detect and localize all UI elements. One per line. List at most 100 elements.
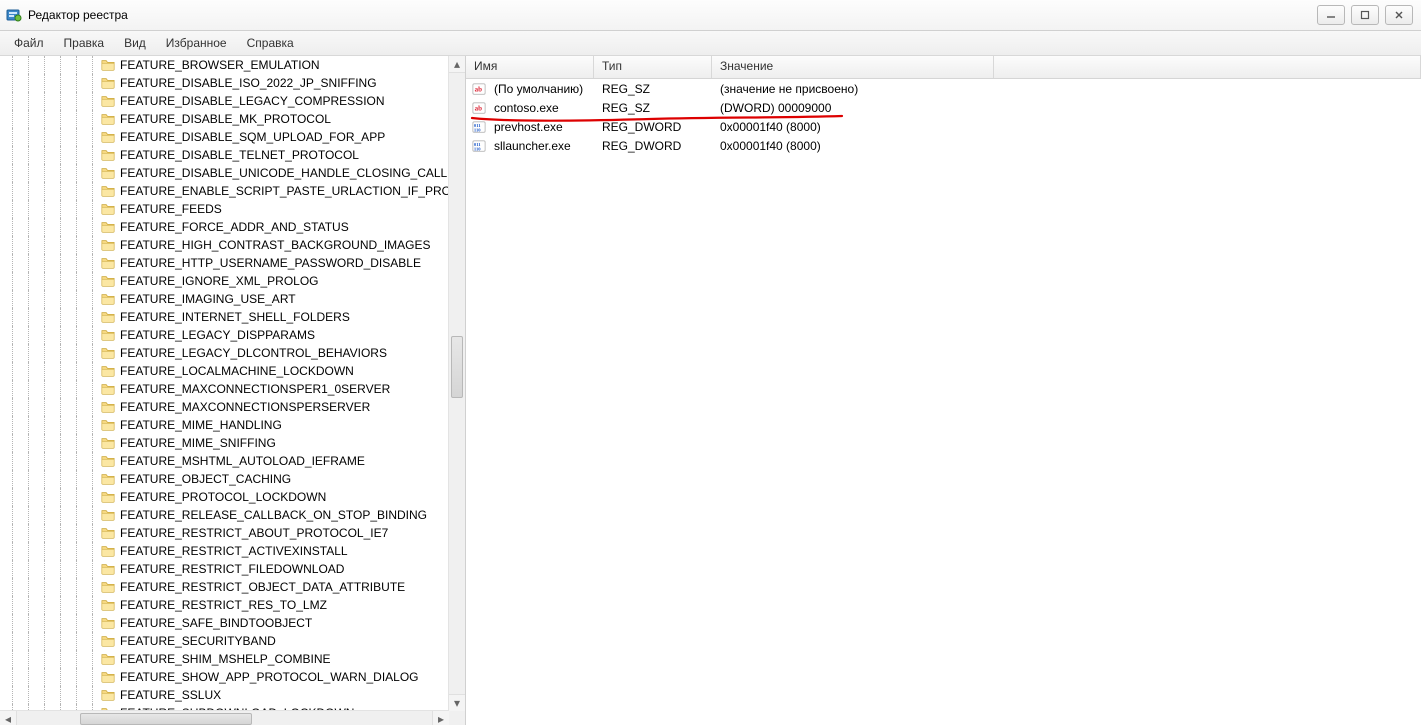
tree-item[interactable]: FEATURE_LEGACY_DLCONTROL_BEHAVIORS [0, 344, 449, 362]
tree-item[interactable]: FEATURE_INTERNET_SHELL_FOLDERS [0, 308, 449, 326]
folder-icon [100, 274, 116, 288]
tree-item[interactable]: FEATURE_MIME_HANDLING [0, 416, 449, 434]
folder-icon [100, 346, 116, 360]
tree-vertical-scrollbar[interactable]: ▴ ▾ [448, 56, 465, 711]
folder-icon [100, 76, 116, 90]
cell-value: 0x00001f40 (8000) [712, 139, 994, 153]
folder-icon [100, 562, 116, 576]
list-pane[interactable]: Имя Тип Значение (По умолчанию)REG_SZ(зн… [466, 56, 1421, 725]
tree-item[interactable]: FEATURE_IMAGING_USE_ART [0, 290, 449, 308]
tree-item[interactable]: FEATURE_DISABLE_SQM_UPLOAD_FOR_APP [0, 128, 449, 146]
tree-item[interactable]: FEATURE_RESTRICT_ABOUT_PROTOCOL_IE7 [0, 524, 449, 542]
tree-item-label: FEATURE_DISABLE_LEGACY_COMPRESSION [120, 94, 385, 108]
tree-item-label: FEATURE_FORCE_ADDR_AND_STATUS [120, 220, 349, 234]
column-header-name[interactable]: Имя [466, 56, 594, 78]
folder-icon [100, 670, 116, 684]
tree-item[interactable]: FEATURE_RESTRICT_ACTIVEXINSTALL [0, 542, 449, 560]
tree-item[interactable]: FEATURE_DISABLE_UNICODE_HANDLE_CLOSING_C… [0, 164, 449, 182]
tree-item[interactable]: FEATURE_RELEASE_CALLBACK_ON_STOP_BINDING [0, 506, 449, 524]
tree-item[interactable]: FEATURE_FEEDS [0, 200, 449, 218]
scroll-left-icon[interactable]: ◂ [0, 711, 17, 725]
tree-item[interactable]: FEATURE_LEGACY_DISPPARAMS [0, 326, 449, 344]
list-row[interactable]: (По умолчанию)REG_SZ(значение не присвое… [466, 79, 1421, 98]
tree-item[interactable]: FEATURE_IGNORE_XML_PROLOG [0, 272, 449, 290]
cell-value: (DWORD) 00009000 [712, 101, 994, 115]
tree-item-label: FEATURE_SHOW_APP_PROTOCOL_WARN_DIALOG [120, 670, 419, 684]
tree-horizontal-scrollbar[interactable]: ◂ ▸ [0, 710, 449, 725]
scroll-thumb[interactable] [451, 336, 463, 398]
tree-item[interactable]: FEATURE_SSLUX [0, 686, 449, 704]
tree-item-label: FEATURE_IMAGING_USE_ART [120, 292, 296, 306]
tree-item[interactable]: FEATURE_FORCE_ADDR_AND_STATUS [0, 218, 449, 236]
folder-icon [100, 364, 116, 378]
folder-icon [100, 454, 116, 468]
list-row[interactable]: prevhost.exeREG_DWORD0x00001f40 (8000) [466, 117, 1421, 136]
menu-help[interactable]: Справка [239, 33, 302, 53]
close-button[interactable] [1385, 5, 1413, 25]
cell-value: (значение не присвоено) [712, 82, 994, 96]
tree-item[interactable]: FEATURE_DISABLE_MK_PROTOCOL [0, 110, 449, 128]
tree-item[interactable]: FEATURE_DISABLE_TELNET_PROTOCOL [0, 146, 449, 164]
menu-file[interactable]: Файл [6, 33, 52, 53]
reg-dword-icon [466, 138, 486, 154]
minimize-button[interactable] [1317, 5, 1345, 25]
tree-item[interactable]: FEATURE_MAXCONNECTIONSPER1_0SERVER [0, 380, 449, 398]
reg-dword-icon [466, 119, 486, 135]
tree-item[interactable]: FEATURE_OBJECT_CACHING [0, 470, 449, 488]
folder-icon [100, 148, 116, 162]
folder-icon [100, 328, 116, 342]
cell-name: prevhost.exe [486, 120, 594, 134]
app-icon [6, 7, 22, 23]
tree-pane[interactable]: FEATURE_BROWSER_EMULATIONFEATURE_DISABLE… [0, 56, 466, 725]
folder-icon [100, 652, 116, 666]
tree-item-label: FEATURE_LEGACY_DISPPARAMS [120, 328, 315, 342]
tree-item[interactable]: FEATURE_RESTRICT_RES_TO_LMZ [0, 596, 449, 614]
tree-item[interactable]: FEATURE_ENABLE_SCRIPT_PASTE_URLACTION_IF… [0, 182, 449, 200]
tree-item-label: FEATURE_MIME_HANDLING [120, 418, 282, 432]
scroll-corner [449, 711, 465, 725]
tree-item-label: FEATURE_RESTRICT_ABOUT_PROTOCOL_IE7 [120, 526, 388, 540]
cell-type: REG_DWORD [594, 120, 712, 134]
tree-item-label: FEATURE_HTTP_USERNAME_PASSWORD_DISABLE [120, 256, 421, 270]
tree-item[interactable]: FEATURE_RESTRICT_FILEDOWNLOAD [0, 560, 449, 578]
menu-edit[interactable]: Правка [56, 33, 113, 53]
scroll-up-icon[interactable]: ▴ [449, 56, 465, 73]
tree-item[interactable]: FEATURE_PROTOCOL_LOCKDOWN [0, 488, 449, 506]
folder-icon [100, 58, 116, 72]
tree-item-label: FEATURE_IGNORE_XML_PROLOG [120, 274, 319, 288]
menu-view[interactable]: Вид [116, 33, 154, 53]
tree-item[interactable]: FEATURE_SECURITYBAND [0, 632, 449, 650]
folder-icon [100, 292, 116, 306]
folder-icon [100, 688, 116, 702]
tree-item[interactable]: FEATURE_SHIM_MSHELP_COMBINE [0, 650, 449, 668]
tree-item-label: FEATURE_MSHTML_AUTOLOAD_IEFRAME [120, 454, 365, 468]
scroll-hthumb[interactable] [80, 713, 252, 725]
tree-item[interactable]: FEATURE_SAFE_BINDTOOBJECT [0, 614, 449, 632]
tree-item-label: FEATURE_FEEDS [120, 202, 222, 216]
column-header-type[interactable]: Тип [594, 56, 712, 78]
tree-item[interactable]: FEATURE_LOCALMACHINE_LOCKDOWN [0, 362, 449, 380]
tree-item[interactable]: FEATURE_DISABLE_LEGACY_COMPRESSION [0, 92, 449, 110]
scroll-down-icon[interactable]: ▾ [449, 694, 465, 711]
tree-item[interactable]: FEATURE_HIGH_CONTRAST_BACKGROUND_IMAGES [0, 236, 449, 254]
tree-item[interactable]: FEATURE_RESTRICT_OBJECT_DATA_ATTRIBUTE [0, 578, 449, 596]
title-bar: Редактор реестра [0, 0, 1421, 31]
tree-item-label: FEATURE_INTERNET_SHELL_FOLDERS [120, 310, 350, 324]
tree-item[interactable]: FEATURE_BROWSER_EMULATION [0, 56, 449, 74]
tree-item[interactable]: FEATURE_MIME_SNIFFING [0, 434, 449, 452]
tree-item[interactable]: FEATURE_MSHTML_AUTOLOAD_IEFRAME [0, 452, 449, 470]
menu-favorites[interactable]: Избранное [158, 33, 235, 53]
scroll-right-icon[interactable]: ▸ [432, 711, 449, 725]
tree-item[interactable]: FEATURE_SHOW_APP_PROTOCOL_WARN_DIALOG [0, 668, 449, 686]
column-header-value[interactable]: Значение [712, 56, 994, 78]
folder-icon [100, 202, 116, 216]
list-row[interactable]: sllauncher.exeREG_DWORD0x00001f40 (8000) [466, 136, 1421, 155]
list-row[interactable]: contoso.exeREG_SZ(DWORD) 00009000 [466, 98, 1421, 117]
folder-icon [100, 508, 116, 522]
tree-item[interactable]: FEATURE_MAXCONNECTIONSPERSERVER [0, 398, 449, 416]
tree-item[interactable]: FEATURE_DISABLE_ISO_2022_JP_SNIFFING [0, 74, 449, 92]
tree-item-label: FEATURE_RESTRICT_RES_TO_LMZ [120, 598, 327, 612]
tree-item[interactable]: FEATURE_HTTP_USERNAME_PASSWORD_DISABLE [0, 254, 449, 272]
maximize-button[interactable] [1351, 5, 1379, 25]
folder-icon [100, 418, 116, 432]
